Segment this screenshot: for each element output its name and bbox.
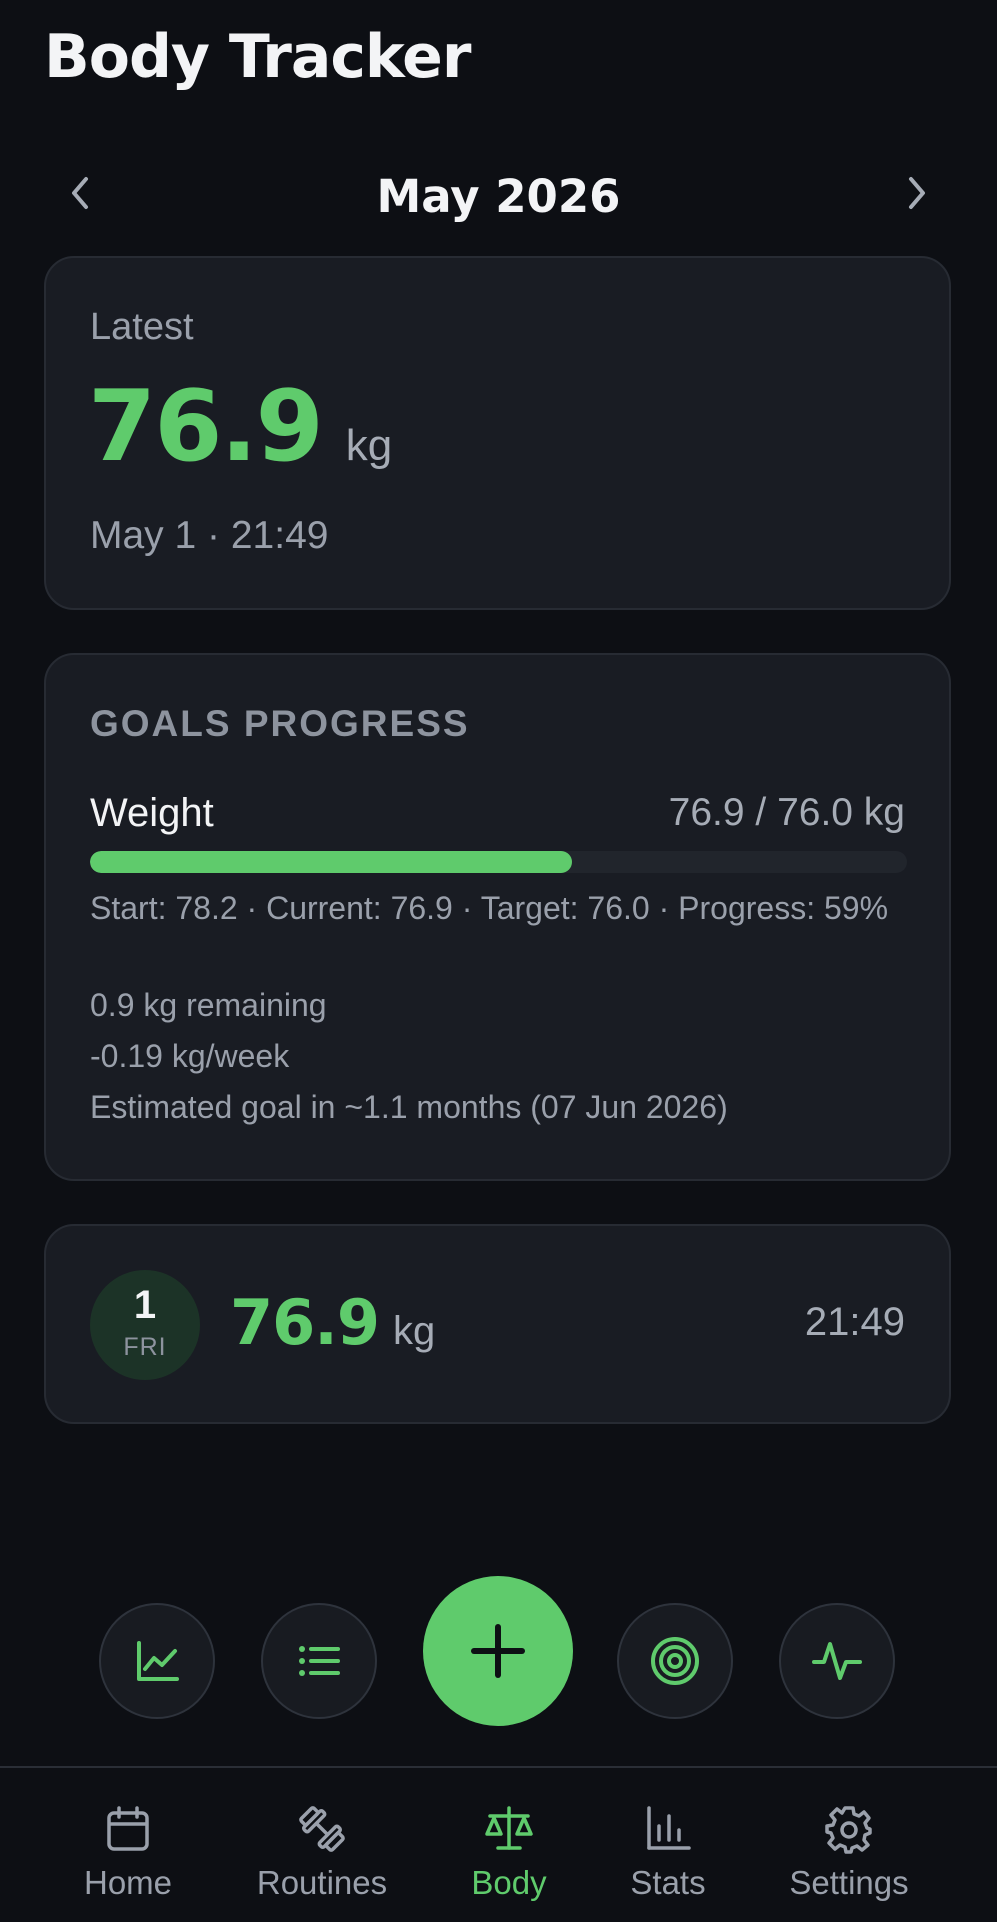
list-button[interactable]	[261, 1603, 377, 1719]
day-badge: 1 FRI	[90, 1270, 200, 1380]
latest-date: May 1 · 21:49	[90, 514, 329, 557]
bar-chart-icon	[647, 1806, 691, 1850]
entry-time: 21:49	[804, 1300, 905, 1344]
goal-ratio: 76.9 / 76.0 kg	[668, 791, 905, 834]
goals-progress-card[interactable]: GOALS PROGRESS Weight 76.9 / 76.0 kg Sta…	[44, 653, 951, 1181]
bottom-navigation: Home Routines Body Stats Settings	[0, 1766, 997, 1922]
goal-remaining: 0.9 kg remaining	[90, 987, 327, 1023]
add-entry-button[interactable]	[423, 1576, 573, 1726]
goals-heading: GOALS PROGRESS	[90, 703, 470, 744]
nav-label-settings: Settings	[789, 1864, 909, 1901]
nav-item-home[interactable]: Home	[43, 1768, 213, 1922]
gear-icon	[825, 1806, 872, 1854]
add-icon	[471, 1624, 525, 1678]
weight-entry-row[interactable]: 1 FRI 76.9 kg 21:49	[44, 1224, 951, 1424]
nav-label-body: Body	[471, 1864, 547, 1901]
activity-button[interactable]	[779, 1603, 895, 1719]
goal-rate: -0.19 kg/week	[90, 1038, 290, 1074]
nav-label-routines: Routines	[256, 1864, 388, 1901]
chevron-right-icon	[909, 177, 925, 209]
next-month-button[interactable]	[891, 168, 941, 218]
goal-name: Weight	[90, 791, 214, 835]
goal-progress-fill	[90, 851, 573, 873]
chart-icon	[137, 1641, 179, 1681]
chart-button[interactable]	[99, 1603, 215, 1719]
nav-item-routines[interactable]: Routines	[237, 1768, 407, 1922]
nav-item-body[interactable]: Body	[424, 1768, 594, 1922]
dumbbell-icon	[299, 1806, 345, 1852]
target-icon	[651, 1637, 699, 1685]
entry-weight-value: 76.9	[230, 1286, 380, 1359]
latest-label: Latest	[90, 306, 194, 348]
app-title: Body Tracker	[44, 22, 471, 92]
latest-value-row: 76.9 kg	[88, 370, 392, 484]
scale-icon	[485, 1806, 533, 1850]
goal-progress-bar	[90, 851, 907, 873]
entry-value-row: 76.9 kg	[230, 1286, 435, 1359]
latest-weight-unit: kg	[345, 421, 393, 470]
entry-day-number: 1	[133, 1283, 157, 1327]
calendar-icon	[107, 1806, 149, 1851]
month-label: May 2026	[376, 170, 621, 223]
nav-label-stats: Stats	[630, 1864, 706, 1901]
entry-day-name: FRI	[123, 1333, 167, 1361]
list-icon	[299, 1646, 340, 1676]
goal-estimate: Estimated goal in ~1.1 months (07 Jun 20…	[90, 1089, 728, 1125]
latest-weight-card[interactable]: Latest 76.9 kg May 1 · 21:49	[44, 256, 951, 610]
entry-weight-unit: kg	[392, 1309, 436, 1353]
nav-label-home: Home	[83, 1864, 173, 1901]
nav-item-settings[interactable]: Settings	[764, 1768, 934, 1922]
goal-details: Start: 78.2 · Current: 76.9 · Target: 76…	[90, 890, 889, 926]
target-button[interactable]	[617, 1603, 733, 1719]
latest-weight-value: 76.9	[88, 370, 324, 484]
activity-icon	[812, 1642, 862, 1680]
month-navigator: May 2026	[44, 160, 953, 230]
nav-item-stats[interactable]: Stats	[583, 1768, 753, 1922]
